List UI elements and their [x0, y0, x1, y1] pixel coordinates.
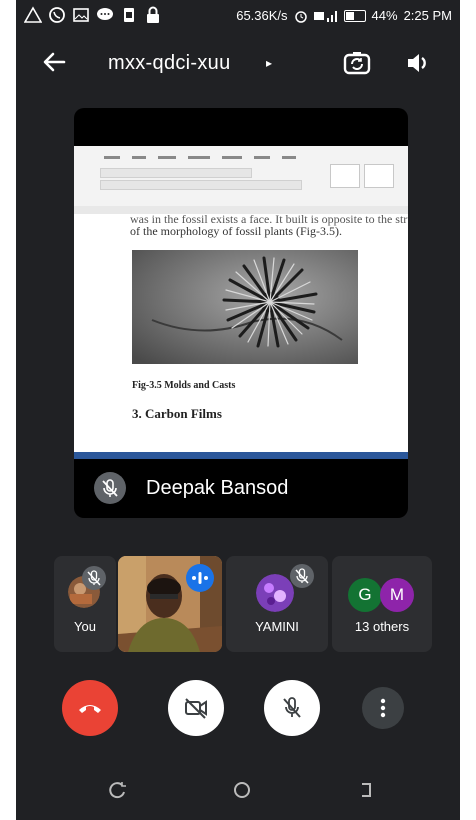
word-status-bar [74, 452, 408, 459]
style-preview [364, 164, 394, 188]
more-vert-icon [380, 698, 386, 718]
presentation-tile[interactable]: was in the fossil exists a face. It buil… [74, 108, 408, 518]
mic-off-icon [102, 479, 118, 497]
end-call-button[interactable] [62, 680, 118, 736]
alert-icon [24, 6, 42, 23]
back-nav-icon[interactable] [356, 780, 376, 800]
network-speed: 65.36K/s [236, 8, 288, 23]
audio-level-icon [192, 572, 208, 584]
sim-icon [124, 8, 134, 22]
document-text-line: of the morphology of fossil plants (Fig-… [130, 224, 342, 238]
signal-icon [313, 10, 337, 22]
battery-level: 44% [371, 8, 398, 23]
meeting-info-caret[interactable]: ▸ [266, 56, 272, 70]
style-preview [330, 164, 360, 188]
status-bar: 65.36K/s 44% 2:25 PM [16, 0, 460, 34]
presenter-label: Deepak Bansod [74, 462, 408, 518]
participant-name: You [74, 619, 96, 634]
camera-toggle-button[interactable] [168, 680, 224, 736]
section-heading: 3. Carbon Films [132, 406, 222, 421]
phone-screen: 65.36K/s 44% 2:25 PM mxx-qdci-xuu ▸ was … [16, 0, 460, 820]
switch-camera-icon[interactable] [342, 48, 372, 78]
mic-off-badge [82, 566, 106, 590]
clock: 2:25 PM [403, 8, 452, 23]
participant-tile-others[interactable]: G M 13 others [332, 556, 432, 652]
word-ribbon [74, 146, 408, 207]
speaking-indicator [186, 564, 214, 592]
mic-off-icon [283, 697, 301, 718]
recent-apps-icon[interactable] [108, 780, 128, 800]
participant-count: 13 others [354, 619, 410, 634]
speaker-icon[interactable] [404, 48, 434, 78]
mic-off-badge [290, 564, 314, 588]
camera-off-icon [185, 698, 207, 719]
yamini-avatar [256, 574, 294, 612]
home-icon[interactable] [232, 780, 252, 800]
mic-off-icon [295, 568, 309, 584]
more-options-button[interactable] [362, 687, 404, 729]
chat-icon [97, 8, 113, 20]
avatar-g: G [348, 578, 382, 612]
mic-toggle-button[interactable] [264, 680, 320, 736]
alarm-icon [294, 10, 307, 23]
presenter-muted-badge [94, 472, 126, 504]
paragraph-toolbar [100, 180, 302, 190]
whatsapp-icon [49, 7, 65, 23]
status-icons-right: 65.36K/s 44% 2:25 PM [236, 8, 452, 23]
hang-up-icon [79, 705, 101, 713]
figure-caption: Fig-3.5 Molds and Casts [132, 380, 236, 391]
participant-name: YAMINI [255, 619, 299, 634]
participant-tile-video[interactable] [118, 556, 222, 652]
participant-tile-yamini[interactable]: YAMINI [226, 556, 328, 652]
status-icons-left [24, 6, 162, 24]
mic-off-icon [87, 570, 101, 586]
lock-icon [147, 6, 159, 23]
participant-tile-you[interactable]: You [54, 556, 116, 652]
fossil-photo [132, 250, 358, 364]
meeting-code[interactable]: mxx-qdci-xuu [108, 52, 231, 75]
avatar-m: M [380, 578, 414, 612]
meeting-toolbar: mxx-qdci-xuu ▸ [16, 40, 460, 86]
back-arrow-icon[interactable] [40, 48, 68, 76]
document-page: was in the fossil exists a face. It buil… [74, 212, 408, 452]
font-toolbar [100, 168, 252, 178]
presenter-name: Deepak Bansod [146, 477, 289, 499]
gallery-icon [73, 8, 89, 22]
battery-icon [343, 9, 366, 22]
ribbon-tabs [104, 156, 296, 159]
